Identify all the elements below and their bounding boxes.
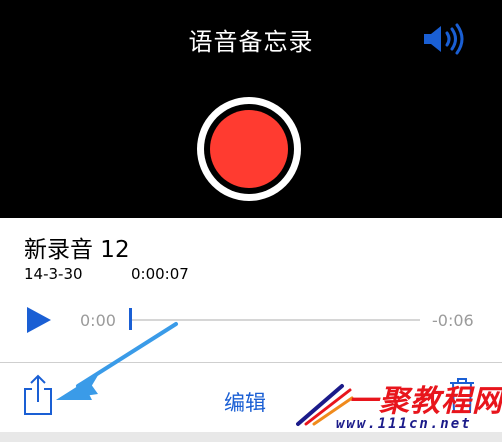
scrubber-playhead[interactable] — [129, 308, 132, 330]
watermark: 一聚教程网 www.111cn.net — [296, 372, 502, 438]
toolbar-divider — [0, 362, 502, 363]
recording-name: 新录音 12 — [24, 237, 130, 263]
watermark-url: www.111cn.net — [336, 416, 472, 432]
elapsed-time: 0:00 — [80, 311, 116, 330]
watermark-text: 一聚教程网 — [348, 384, 502, 419]
recording-duration: 0:00:07 — [131, 265, 189, 283]
speaker-volume-icon[interactable] — [420, 22, 468, 56]
remaining-time: -0:06 — [432, 311, 474, 330]
play-icon[interactable] — [26, 306, 52, 334]
share-icon[interactable] — [22, 374, 54, 416]
recording-date: 14-3-30 — [24, 265, 83, 283]
record-icon[interactable] — [210, 110, 288, 188]
scrubber-track[interactable] — [131, 319, 420, 321]
edit-button[interactable]: 编辑 — [224, 387, 266, 417]
